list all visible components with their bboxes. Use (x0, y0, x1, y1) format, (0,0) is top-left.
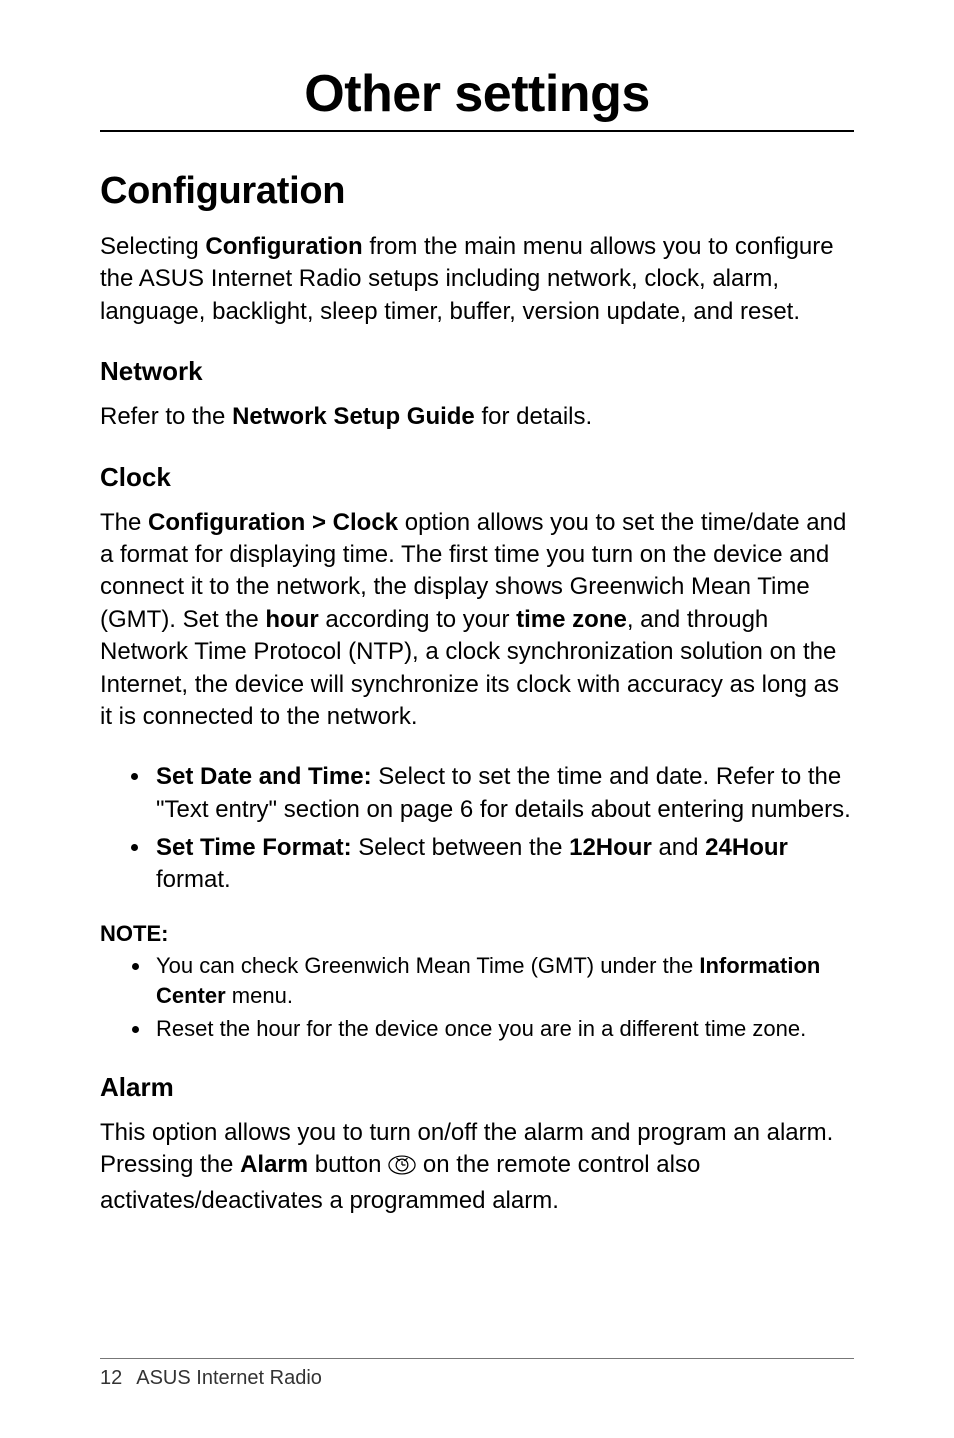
text-fragment: for details. (475, 403, 592, 430)
text-fragment: Select between the (352, 834, 569, 861)
bold-text: Configuration (205, 233, 362, 260)
text-fragment: according to your (319, 606, 516, 633)
text-fragment: You can check Greenwich Mean Time (GMT) … (156, 953, 699, 978)
bold-text: Alarm (240, 1151, 308, 1178)
section-intro: Selecting Configuration from the main me… (100, 231, 854, 328)
text-fragment: format. (156, 866, 231, 893)
text-fragment: menu. (226, 983, 293, 1008)
text-fragment: button (308, 1151, 388, 1178)
text-fragment: Selecting (100, 233, 205, 260)
text-fragment: Refer to the (100, 403, 232, 430)
alarm-clock-icon (388, 1153, 416, 1185)
clock-paragraph: The Configuration > Clock option allows … (100, 507, 854, 734)
bold-text: hour (265, 606, 318, 633)
bold-text: Configuration > Clock (148, 509, 398, 536)
text-fragment: The (100, 509, 148, 536)
page-footer: 12 ASUS Internet Radio (100, 1358, 854, 1390)
page-number: 12 (100, 1367, 122, 1389)
alarm-paragraph: This option allows you to turn on/off th… (100, 1117, 854, 1218)
bold-text: time zone (516, 606, 627, 633)
bold-text: 12Hour (569, 834, 652, 861)
alarm-heading: Alarm (100, 1072, 854, 1103)
note-bullet-list: You can check Greenwich Mean Time (GMT) … (100, 951, 854, 1044)
bold-text: Network Setup Guide (232, 403, 475, 430)
clock-bullet-list: Set Date and Time: Select to set the tim… (100, 761, 854, 897)
network-text: Refer to the Network Setup Guide for det… (100, 401, 854, 433)
chapter-rule (100, 130, 854, 132)
chapter-title: Other settings (100, 64, 854, 124)
text-fragment: Reset the hour for the device once you a… (156, 1016, 806, 1041)
list-item: Set Date and Time: Select to set the tim… (152, 761, 854, 826)
list-item: Reset the hour for the device once you a… (152, 1014, 854, 1044)
list-item: You can check Greenwich Mean Time (GMT) … (152, 951, 854, 1010)
bold-text: 24Hour (705, 834, 788, 861)
bold-text: Set Time Format: (156, 834, 352, 861)
network-heading: Network (100, 356, 854, 387)
section-title: Configuration (100, 170, 854, 213)
page: Other settings Configuration Selecting C… (0, 0, 954, 1438)
clock-heading: Clock (100, 462, 854, 493)
bold-text: Set Date and Time: (156, 763, 372, 790)
note-label: NOTE: (100, 921, 854, 947)
text-fragment: and (652, 834, 705, 861)
product-name: ASUS Internet Radio (136, 1367, 322, 1389)
list-item: Set Time Format: Select between the 12Ho… (152, 832, 854, 897)
